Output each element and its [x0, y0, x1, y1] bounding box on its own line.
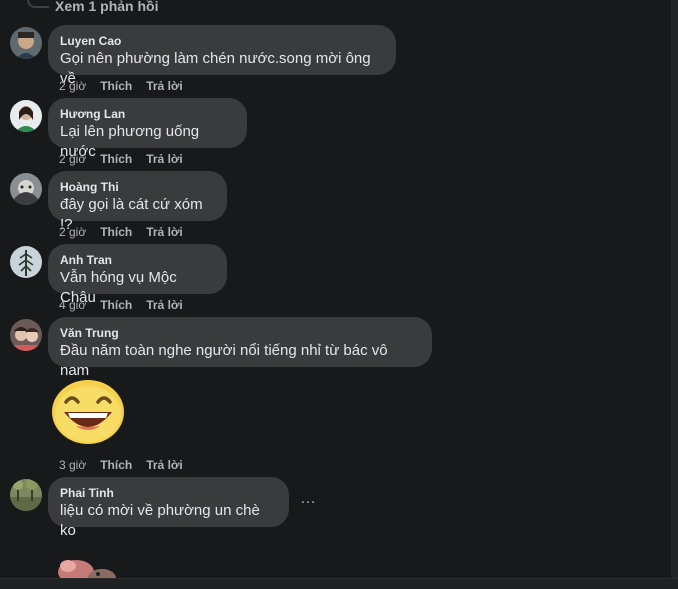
comment-bubble: Hoàng Thi đây gọi là cát cứ xóm !?	[48, 171, 227, 233]
comment-text: Đầu năm toàn nghe người nổi tiếng nhỉ từ…	[60, 342, 388, 379]
comment-time[interactable]: 2 giờ	[59, 225, 86, 239]
comment-actions: 2 giờ Thích Trả lời	[59, 152, 197, 166]
avatar[interactable]	[10, 27, 42, 59]
like-button[interactable]: Thích	[100, 225, 132, 239]
commenter-name[interactable]: Hương Lan	[60, 106, 235, 122]
bottom-divider	[0, 578, 678, 589]
reply-connector-line	[27, 0, 49, 8]
avatar[interactable]	[10, 246, 42, 278]
comment-actions: 4 giờ Thích Trả lời	[59, 298, 197, 312]
view-replies-link[interactable]: Xem 1 phản hồi	[27, 0, 187, 14]
comment-actions: 2 giờ Thích Trả lời	[59, 79, 197, 93]
avatar[interactable]	[10, 479, 42, 511]
more-options-button[interactable]: …	[300, 490, 317, 508]
reply-button[interactable]: Trả lời	[146, 458, 183, 472]
comment-time[interactable]: 3 giờ	[59, 458, 86, 472]
like-button[interactable]: Thích	[100, 79, 132, 93]
commenter-name[interactable]: Hoàng Thi	[60, 179, 215, 195]
reply-button[interactable]: Trả lời	[146, 79, 183, 93]
avatar[interactable]	[10, 319, 42, 351]
reply-button[interactable]: Trả lời	[146, 298, 183, 312]
like-button[interactable]: Thích	[100, 458, 132, 472]
comment-bubble: Văn Trung Đầu năm toàn nghe người nổi ti…	[48, 317, 432, 379]
comment-bubble: Phai Tinh liệu có mời về phường un chè k…	[48, 477, 289, 539]
comment-actions: 2 giờ Thích Trả lời	[59, 225, 197, 239]
like-button[interactable]: Thích	[100, 298, 132, 312]
comment-time[interactable]: 2 giờ	[59, 79, 86, 93]
comment-time[interactable]: 4 giờ	[59, 298, 86, 312]
avatar[interactable]	[10, 100, 42, 132]
commenter-name[interactable]: Luyen Cao	[60, 33, 384, 49]
comment-bubble: Luyen Cao Gọi nên phường làm chén nước.s…	[48, 25, 396, 87]
view-replies-label[interactable]: Xem 1 phản hồi	[55, 0, 158, 16]
commenter-name[interactable]: Văn Trung	[60, 325, 420, 341]
comment-actions: 3 giờ Thích Trả lời	[59, 458, 197, 472]
like-button[interactable]: Thích	[100, 152, 132, 166]
right-scroll-edge	[671, 0, 678, 589]
comment-time[interactable]: 2 giờ	[59, 152, 86, 166]
commenter-name[interactable]: Anh Tran	[60, 252, 215, 268]
avatar[interactable]	[10, 173, 42, 205]
comment-text: liệu có mời về phường un chè ko	[60, 502, 260, 539]
comment-bubble: Anh Tran Vẫn hóng vụ Mộc Châu	[48, 244, 227, 306]
comment-bubble: Hương Lan Lại lên phương uống nước	[48, 98, 247, 160]
reply-button[interactable]: Trả lời	[146, 152, 183, 166]
commenter-name[interactable]: Phai Tinh	[60, 485, 277, 501]
laughing-emoji-icon	[52, 380, 124, 444]
reply-button[interactable]: Trả lời	[146, 225, 183, 239]
